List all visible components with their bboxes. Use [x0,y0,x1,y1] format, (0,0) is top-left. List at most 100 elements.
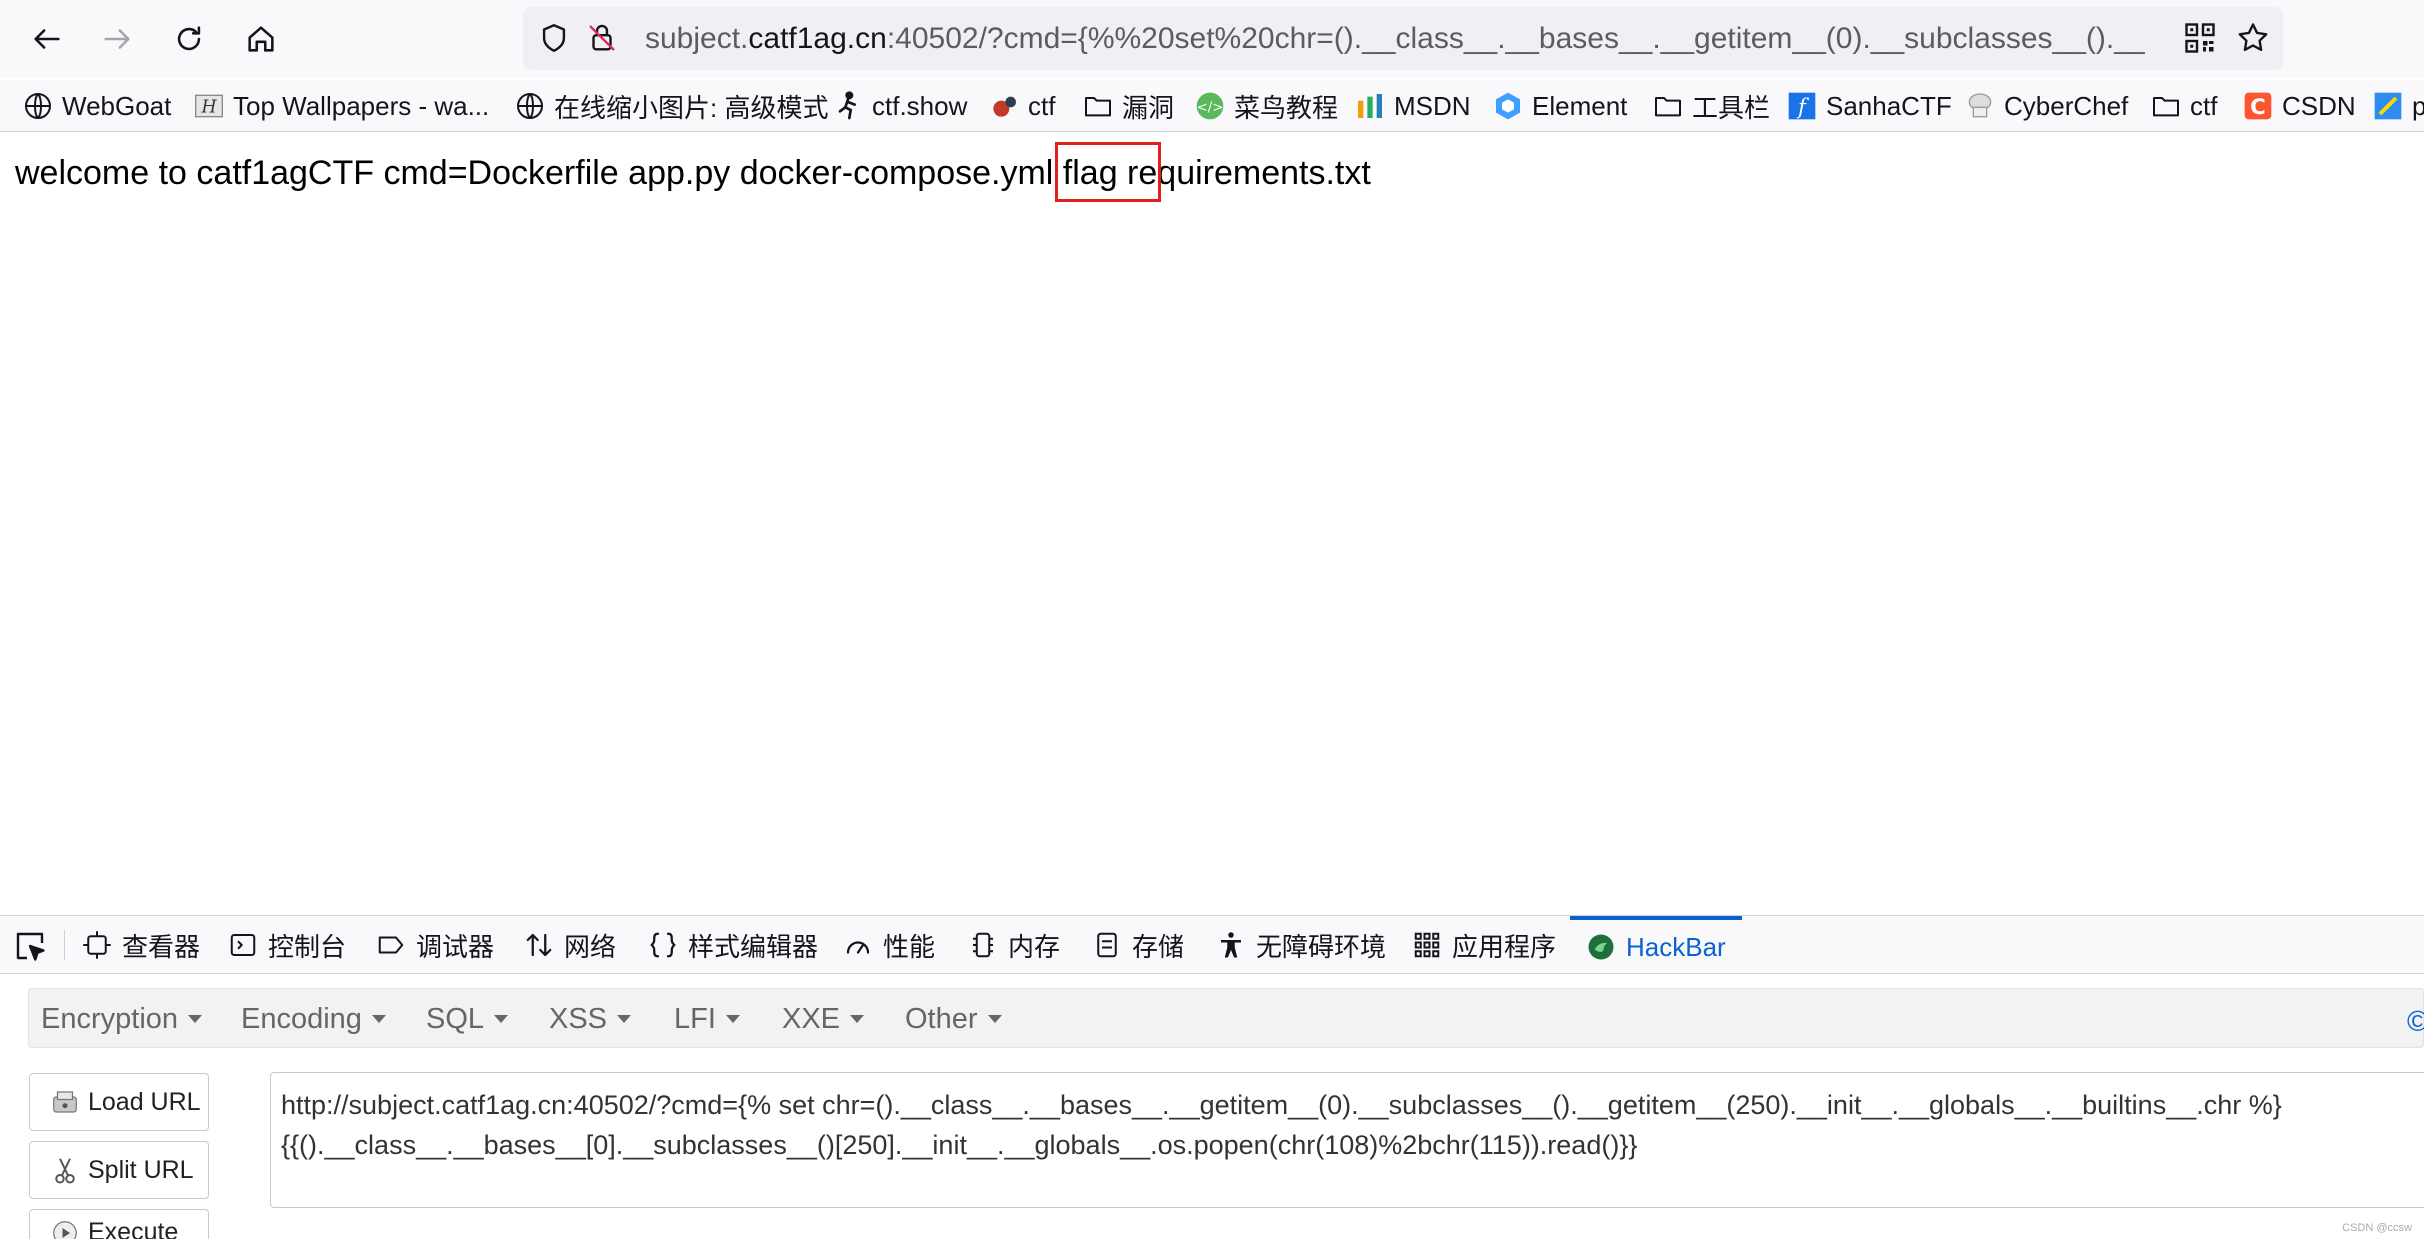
menu-other[interactable]: Other [905,989,1002,1049]
svg-text:H: H [200,98,217,118]
qr-code-icon[interactable] [2182,20,2218,56]
devtools-panel: 查看器 控制台 调试器 网络 样式编辑器 性能 内存 存储 无障碍环境 应用程序… [0,915,2424,1239]
bookmark-folder-toolbar[interactable]: 工具栏 [1652,80,1770,131]
execute-icon [53,1221,77,1239]
bookmark-msdn[interactable]: MSDN [1354,80,1471,131]
watermark-text: CSDN @ccsw [2342,1222,2412,1234]
application-icon [1414,932,1440,958]
tab-memory[interactable]: 内存 [968,916,1060,974]
network-icon [526,933,552,957]
chef-icon [1964,90,1996,122]
star-icon[interactable] [2235,20,2271,56]
shield-icon[interactable] [537,21,571,55]
console-icon [230,934,256,956]
home-button[interactable] [232,10,290,68]
caret-down-icon [725,1015,740,1023]
insecure-lock-icon[interactable] [585,21,619,55]
hackbar-menu: Encryption Encoding SQL XSS LFI XXE Othe… [28,988,2424,1048]
folder-icon [1082,90,1114,122]
wallpaper-icon: H [193,90,225,122]
caret-down-icon [850,1015,865,1023]
devtools-tab-bar: 查看器 控制台 调试器 网络 样式编辑器 性能 内存 存储 无障碍环境 应用程序… [0,916,2424,974]
hackbar-corner-link[interactable]: ©微 [2407,989,2424,1049]
ctfshow-icon [832,90,864,122]
svg-text:</>: </> [1197,100,1224,115]
tab-storage[interactable]: 存储 [1092,916,1184,974]
hackbar-panel: Encryption Encoding SQL XSS LFI XXE Othe… [0,974,2424,1239]
bookmark-sanhactf[interactable]: f SanhaCTF [1786,80,1952,131]
command-output-text: welcome to catf1agCTF cmd=Dockerfile app… [15,154,1371,192]
home-icon [248,26,274,52]
storage-icon [1097,932,1117,958]
inspector-icon [83,931,111,959]
arrow-left-icon [34,29,60,49]
msdn-icon [1354,90,1386,122]
style-editor-icon [650,932,676,958]
forward-button[interactable] [88,10,146,68]
url-line: {{().__class__.__bases__[0].__subclasses… [281,1130,1638,1160]
load-url-button[interactable]: Load URL [29,1073,209,1131]
caret-down-icon [494,1015,509,1023]
tab-separator [64,930,65,960]
tab-inspector[interactable]: 查看器 [82,916,200,974]
reload-icon [177,26,201,51]
menu-encoding[interactable]: Encoding [241,989,386,1049]
tab-hackbar[interactable]: HackBar [1570,916,1742,974]
accessibility-icon [1221,932,1241,958]
runoob-icon: </> [1194,90,1226,122]
url-rest: :40502/?cmd={%%20set%20chr=().__class__.… [886,22,2145,55]
bookmark-runoob[interactable]: </> 菜鸟教程 [1194,80,1338,131]
tab-debugger[interactable]: 调试器 [376,916,494,974]
globe-icon [514,90,546,122]
tab-application[interactable]: 应用程序 [1412,916,1556,974]
bookmark-ctfshow[interactable]: ctf.show [832,80,967,131]
menu-xss[interactable]: XSS [549,989,632,1049]
caret-down-icon [371,1015,386,1023]
bookmark-element[interactable]: Element [1492,80,1627,131]
menu-xxe[interactable]: XXE [782,989,865,1049]
bookmark-image-resize[interactable]: 在线缩小图片: 高级模式 [514,80,828,131]
performance-icon [846,941,870,954]
menu-sql[interactable]: SQL [426,989,509,1049]
globe-icon [22,90,54,122]
sanha-icon: f [1786,90,1818,122]
load-url-icon [53,1091,77,1113]
bookmark-p[interactable]: p [2372,80,2424,131]
bookmark-folder-ctf[interactable]: ctf [2150,80,2217,131]
arrow-right-icon [104,29,130,49]
tab-network[interactable]: 网络 [524,916,616,974]
caret-down-icon [617,1015,632,1023]
debugger-icon [378,936,404,954]
tab-performance[interactable]: 性能 [843,916,935,974]
bookmark-cyberchef[interactable]: CyberChef [1964,80,2128,131]
menu-lfi[interactable]: LFI [674,989,740,1049]
menu-encryption[interactable]: Encryption [41,989,203,1049]
url-text[interactable]: subject.catf1ag.cn:40502/?cmd={%%20set%2… [645,21,2145,57]
execute-button[interactable]: Execute [29,1209,209,1239]
url-bar[interactable]: subject.catf1ag.cn:40502/?cmd={%%20set%2… [523,7,2283,70]
flag-highlight-box [1055,142,1161,202]
reload-button[interactable] [160,10,218,68]
element-picker-icon[interactable] [10,928,50,964]
url-host: catf1ag.cn [748,22,887,55]
folder-icon [2150,90,2182,122]
caret-down-icon [987,1015,1002,1023]
browser-toolbar: subject.catf1ag.cn:40502/?cmd={%%20set%2… [0,0,2424,78]
hackbar-url-textarea[interactable]: http://subject.catf1ag.cn:40502/?cmd={% … [270,1072,2424,1208]
hackbar-icon [1588,934,1614,960]
bookmark-ctf[interactable]: ctf [988,80,1055,131]
csdn-icon: C [2242,90,2274,122]
bookmark-folder-vuln[interactable]: 漏洞 [1082,80,1174,131]
tab-style-editor[interactable]: 样式编辑器 [648,916,818,974]
tab-accessibility[interactable]: 无障碍环境 [1216,916,1386,974]
bookmark-csdn[interactable]: C CSDN [2242,80,2356,131]
element-icon [1492,90,1524,122]
memory-icon [973,932,993,958]
bookmark-webgoat[interactable]: WebGoat [22,80,171,131]
p-icon [2372,90,2404,122]
ctf-icon [988,90,1020,122]
back-button[interactable] [18,10,76,68]
split-url-button[interactable]: Split URL [29,1141,209,1199]
bookmark-top-wallpapers[interactable]: H Top Wallpapers - wa... [193,80,489,131]
tab-console[interactable]: 控制台 [228,916,346,974]
